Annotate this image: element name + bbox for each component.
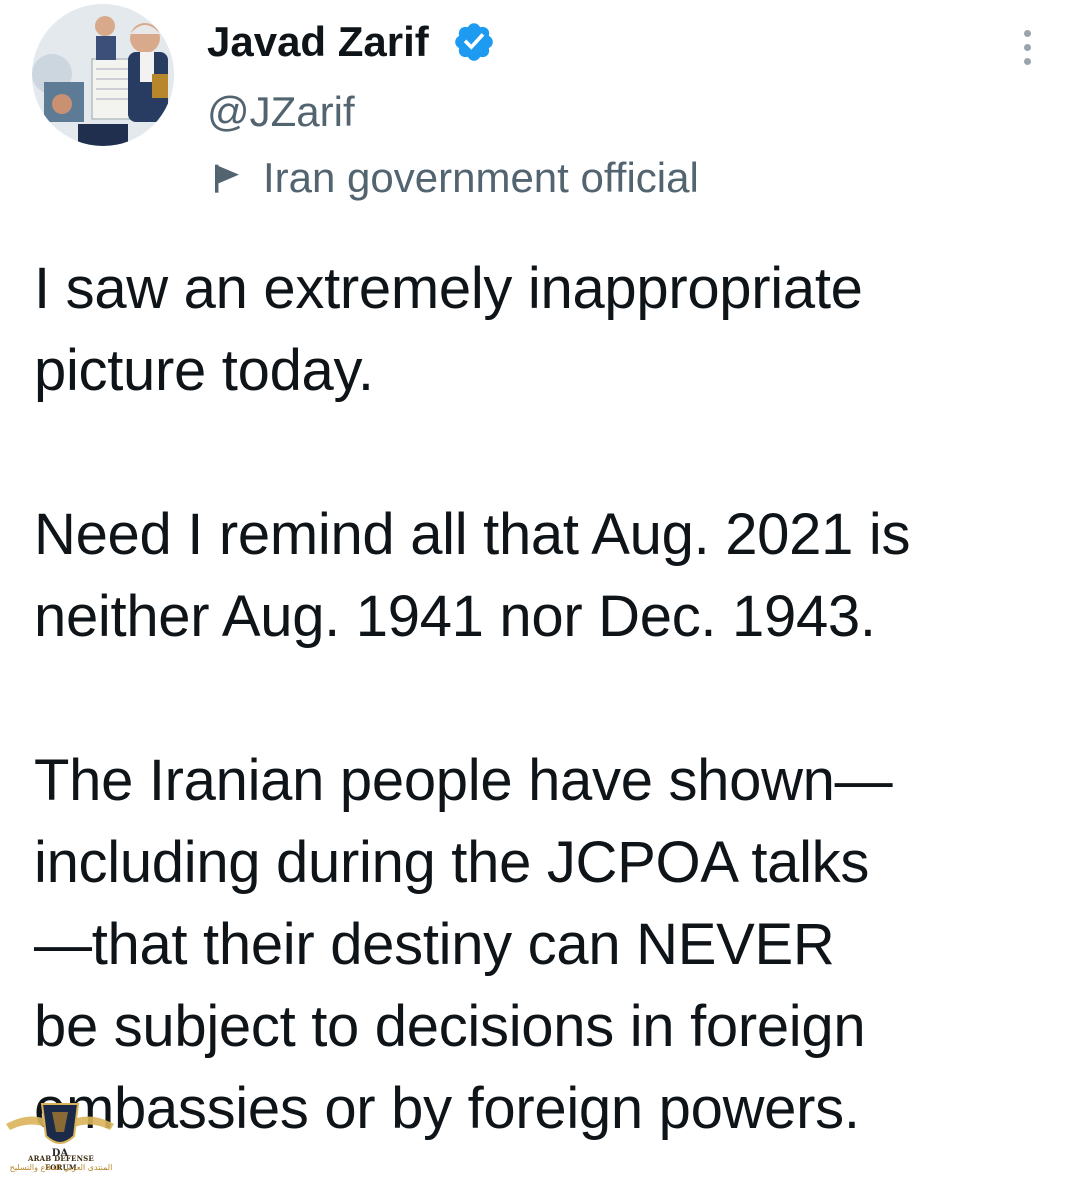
profile-avatar[interactable] bbox=[32, 4, 174, 146]
more-options-dot bbox=[1023, 57, 1031, 65]
more-options-icon bbox=[1023, 29, 1031, 37]
tweet-card: Javad Zarif @JZarif Iran government offi… bbox=[0, 0, 1074, 1178]
account-label: Iran government official bbox=[207, 152, 699, 204]
more-options-button[interactable] bbox=[1004, 24, 1050, 70]
avatar-illustration bbox=[32, 4, 174, 146]
tweet-paragraph: I saw an extremely inappropriate picture… bbox=[34, 256, 863, 403]
account-label-text: Iran government official bbox=[263, 154, 699, 201]
tweet-paragraph: Need I remind all that Aug. 2021 is neit… bbox=[34, 502, 911, 649]
verified-badge-icon bbox=[455, 23, 493, 61]
tweet-paragraph: The Iranian people have shown— including… bbox=[34, 748, 893, 1141]
user-handle[interactable]: @JZarif bbox=[207, 86, 355, 138]
display-name[interactable]: Javad Zarif bbox=[207, 16, 429, 68]
watermark-arabic: المنتدى العربي للدفاع والتسليح bbox=[9, 1163, 113, 1172]
tweet-text: I saw an extremely inappropriate picture… bbox=[34, 248, 1054, 1150]
flag-icon bbox=[215, 164, 239, 193]
more-options-dot bbox=[1023, 43, 1031, 51]
